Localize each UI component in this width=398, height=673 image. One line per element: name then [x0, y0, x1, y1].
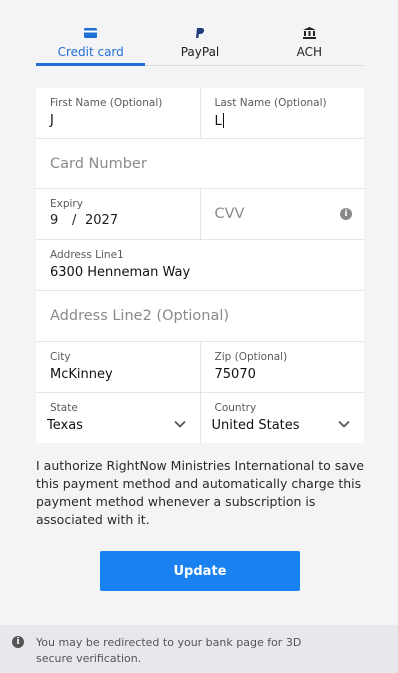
first-name-label: First Name (Optional)	[50, 97, 163, 109]
city-value: McKinney	[50, 367, 113, 382]
tab-ach[interactable]: ACH	[255, 24, 364, 65]
card-number-placeholder: Card Number	[50, 155, 147, 172]
address-line2-field[interactable]: Address Line2 (Optional)	[36, 291, 364, 341]
chevron-down-icon	[173, 413, 186, 432]
address-line1-field[interactable]: Address Line1 6300 Henneman Way	[36, 240, 364, 290]
city-label: City	[50, 351, 71, 363]
tab-paypal[interactable]: PayPal	[145, 24, 254, 65]
notice-text: You may be redirected to your bank page …	[36, 636, 302, 665]
country-label: Country	[214, 402, 257, 414]
last-name-label: Last Name (Optional)	[214, 97, 327, 109]
address-line1-label: Address Line1	[50, 249, 124, 261]
payment-method-tabs: Credit card PayPal ACH	[36, 24, 364, 66]
address-line1-value: 6300 Henneman Way	[50, 265, 191, 280]
zip-field[interactable]: Zip (Optional) 75070	[199, 342, 365, 392]
payment-form: First Name (Optional) J Last Name (Optio…	[36, 88, 364, 443]
chevron-down-icon	[338, 413, 350, 432]
country-value: United States	[211, 418, 300, 433]
state-label: State	[50, 402, 78, 414]
consent-text: I authorize RightNow Ministries Internat…	[36, 458, 365, 527]
tab-label: ACH	[296, 45, 323, 59]
text-cursor	[222, 113, 224, 128]
update-button[interactable]: Update	[100, 551, 300, 591]
tab-credit-card[interactable]: Credit card	[36, 24, 146, 66]
expiry-month: 9	[50, 213, 59, 228]
first-name-value: J	[50, 113, 54, 128]
first-name-field[interactable]: First Name (Optional) J	[36, 88, 200, 138]
expiry-label: Expiry	[50, 198, 83, 210]
expiry-separator: /	[72, 213, 77, 228]
notice-bar: i You may be redirected to your bank pag…	[0, 625, 398, 673]
zip-value: 75070	[214, 367, 256, 382]
state-value: Texas	[47, 418, 83, 433]
zip-label: Zip (Optional)	[214, 351, 288, 363]
last-name-value: L	[214, 114, 222, 129]
expiry-year: 2027	[85, 213, 119, 228]
address-line2-placeholder: Address Line2 (Optional)	[50, 308, 230, 324]
cvv-placeholder: CVV	[214, 206, 245, 222]
state-select[interactable]: State Texas	[36, 393, 200, 443]
expiry-field[interactable]: Expiry 9 / 2027	[36, 189, 200, 239]
cvv-field[interactable]: CVV i	[199, 189, 365, 239]
city-field[interactable]: City McKinney	[36, 342, 200, 392]
card-number-field[interactable]: Card Number	[36, 139, 364, 188]
info-icon[interactable]: i	[340, 208, 352, 220]
paypal-icon	[195, 26, 205, 40]
tab-label: Credit card	[57, 45, 124, 59]
tab-label: PayPal	[180, 45, 220, 59]
credit-card-icon	[84, 26, 98, 40]
info-icon: i	[12, 636, 24, 648]
bank-icon	[302, 26, 316, 40]
last-name-field[interactable]: Last Name (Optional) L	[199, 88, 365, 138]
country-select[interactable]: Country United States	[199, 393, 365, 443]
